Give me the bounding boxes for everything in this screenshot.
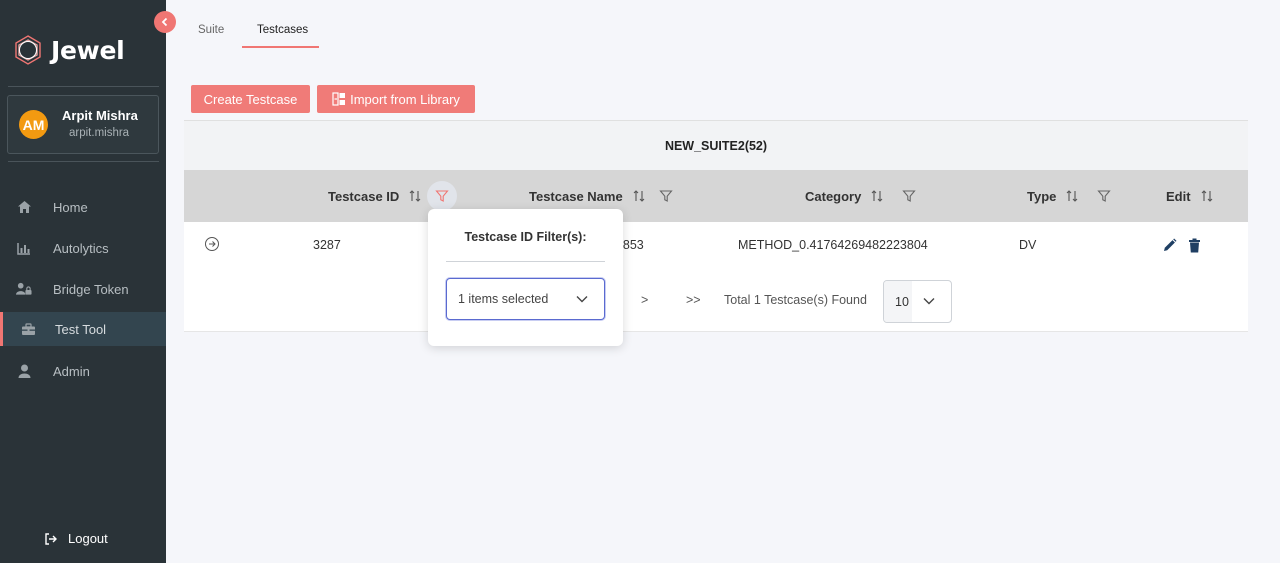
- testcases-table: NEW_SUITE2(52) Testcase ID Testcase Name…: [184, 120, 1248, 332]
- last-page-button[interactable]: >>: [686, 293, 701, 307]
- header-category[interactable]: Category: [805, 170, 884, 222]
- header-type[interactable]: Type: [1027, 170, 1079, 222]
- header-label: Category: [805, 188, 862, 204]
- header-label: Testcase ID: [328, 188, 400, 204]
- users-lock-icon: [16, 281, 32, 297]
- testcase-id-multiselect[interactable]: 1 items selected: [446, 278, 605, 320]
- sidebar: Jewel AM Arpit Mishra arpit.mishra Home …: [0, 0, 166, 563]
- header-edit[interactable]: Edit: [1166, 170, 1214, 222]
- header-label: Testcase Name: [529, 188, 623, 204]
- cell-testcase-id: 3287: [313, 238, 341, 252]
- user-username: arpit.mishra: [69, 127, 130, 139]
- header-testcase-id[interactable]: Testcase ID: [328, 170, 422, 222]
- multiselect-value: 1 items selected: [458, 292, 549, 306]
- sidebar-item-autolytics[interactable]: Autolytics: [0, 231, 166, 265]
- chevron-left-icon: [161, 17, 168, 27]
- filter-icon: [1097, 190, 1111, 202]
- sidebar-item-label: Home: [53, 199, 88, 215]
- filter-category-button[interactable]: [894, 181, 924, 211]
- cell-type: DV: [1019, 238, 1037, 252]
- suite-title: NEW_SUITE2(52): [184, 121, 1248, 170]
- chevron-down-icon: [576, 296, 588, 303]
- user-profile-card[interactable]: AM Arpit Mishra arpit.mishra: [7, 95, 159, 154]
- user-name: Arpit Mishra: [62, 108, 138, 123]
- tab-testcases[interactable]: Testcases: [257, 24, 308, 36]
- results-summary: Total 1 Testcase(s) Found: [724, 293, 867, 307]
- active-tab-indicator: [242, 46, 319, 48]
- expand-row-icon[interactable]: [204, 236, 220, 252]
- import-icon: [332, 92, 346, 106]
- sort-icon[interactable]: [1065, 189, 1079, 203]
- sidebar-item-label: Admin: [53, 363, 90, 379]
- sidebar-item-test-tool[interactable]: Test Tool: [0, 312, 166, 346]
- logout-button[interactable]: Logout: [44, 531, 108, 546]
- toolbox-icon: [20, 321, 36, 337]
- collapse-sidebar-button[interactable]: [154, 11, 176, 33]
- app-name: Jewel: [51, 35, 125, 65]
- filter-testcase-name-button[interactable]: [651, 181, 681, 211]
- header-label: Edit: [1166, 188, 1191, 204]
- filter-testcase-id-button[interactable]: [427, 181, 457, 211]
- filter-popover-divider: [446, 261, 605, 262]
- bar-chart-icon: [16, 240, 32, 256]
- testcase-id-filter-popover: Testcase ID Filter(s): 1 items selected: [428, 209, 623, 346]
- sidebar-divider: [8, 161, 159, 162]
- chevron-down-icon: [923, 298, 935, 305]
- delete-icon[interactable]: [1188, 238, 1201, 253]
- filter-icon: [435, 190, 449, 202]
- import-from-library-button[interactable]: Import from Library: [317, 85, 475, 113]
- sidebar-item-admin[interactable]: Admin: [0, 354, 166, 388]
- user-icon: [16, 363, 32, 379]
- app-logo[interactable]: Jewel: [12, 33, 125, 67]
- logout-icon: [45, 532, 57, 545]
- filter-type-button[interactable]: [1089, 181, 1119, 211]
- edit-icon[interactable]: [1162, 238, 1177, 253]
- sort-icon[interactable]: [632, 189, 646, 203]
- sidebar-item-label: Bridge Token: [53, 281, 129, 297]
- sort-icon[interactable]: [870, 189, 884, 203]
- page-size-select[interactable]: 10: [883, 280, 952, 323]
- cell-category: METHOD_0.41764269482223804: [738, 238, 928, 252]
- sidebar-item-home[interactable]: Home: [0, 190, 166, 224]
- next-page-button[interactable]: >: [641, 293, 648, 307]
- page-size-value: 10: [895, 295, 909, 309]
- filter-icon: [659, 190, 673, 202]
- sidebar-divider: [8, 86, 159, 87]
- create-testcase-button[interactable]: Create Testcase: [191, 85, 310, 113]
- sort-icon[interactable]: [1200, 189, 1214, 203]
- avatar: AM: [19, 110, 48, 139]
- logout-label: Logout: [68, 531, 108, 546]
- tab-suite[interactable]: Suite: [198, 24, 224, 36]
- home-icon: [16, 199, 32, 215]
- import-label: Import from Library: [350, 91, 460, 107]
- sidebar-item-label: Test Tool: [55, 321, 107, 337]
- filter-popover-title: Testcase ID Filter(s):: [464, 230, 587, 244]
- table-header: Testcase ID Testcase Name Category Type: [184, 170, 1248, 222]
- filter-icon: [902, 190, 916, 202]
- sort-icon[interactable]: [408, 189, 422, 203]
- header-label: Type: [1027, 188, 1057, 204]
- sidebar-item-label: Autolytics: [53, 240, 109, 256]
- sidebar-item-bridge-token[interactable]: Bridge Token: [0, 272, 166, 306]
- jewel-logo-icon: [15, 35, 41, 65]
